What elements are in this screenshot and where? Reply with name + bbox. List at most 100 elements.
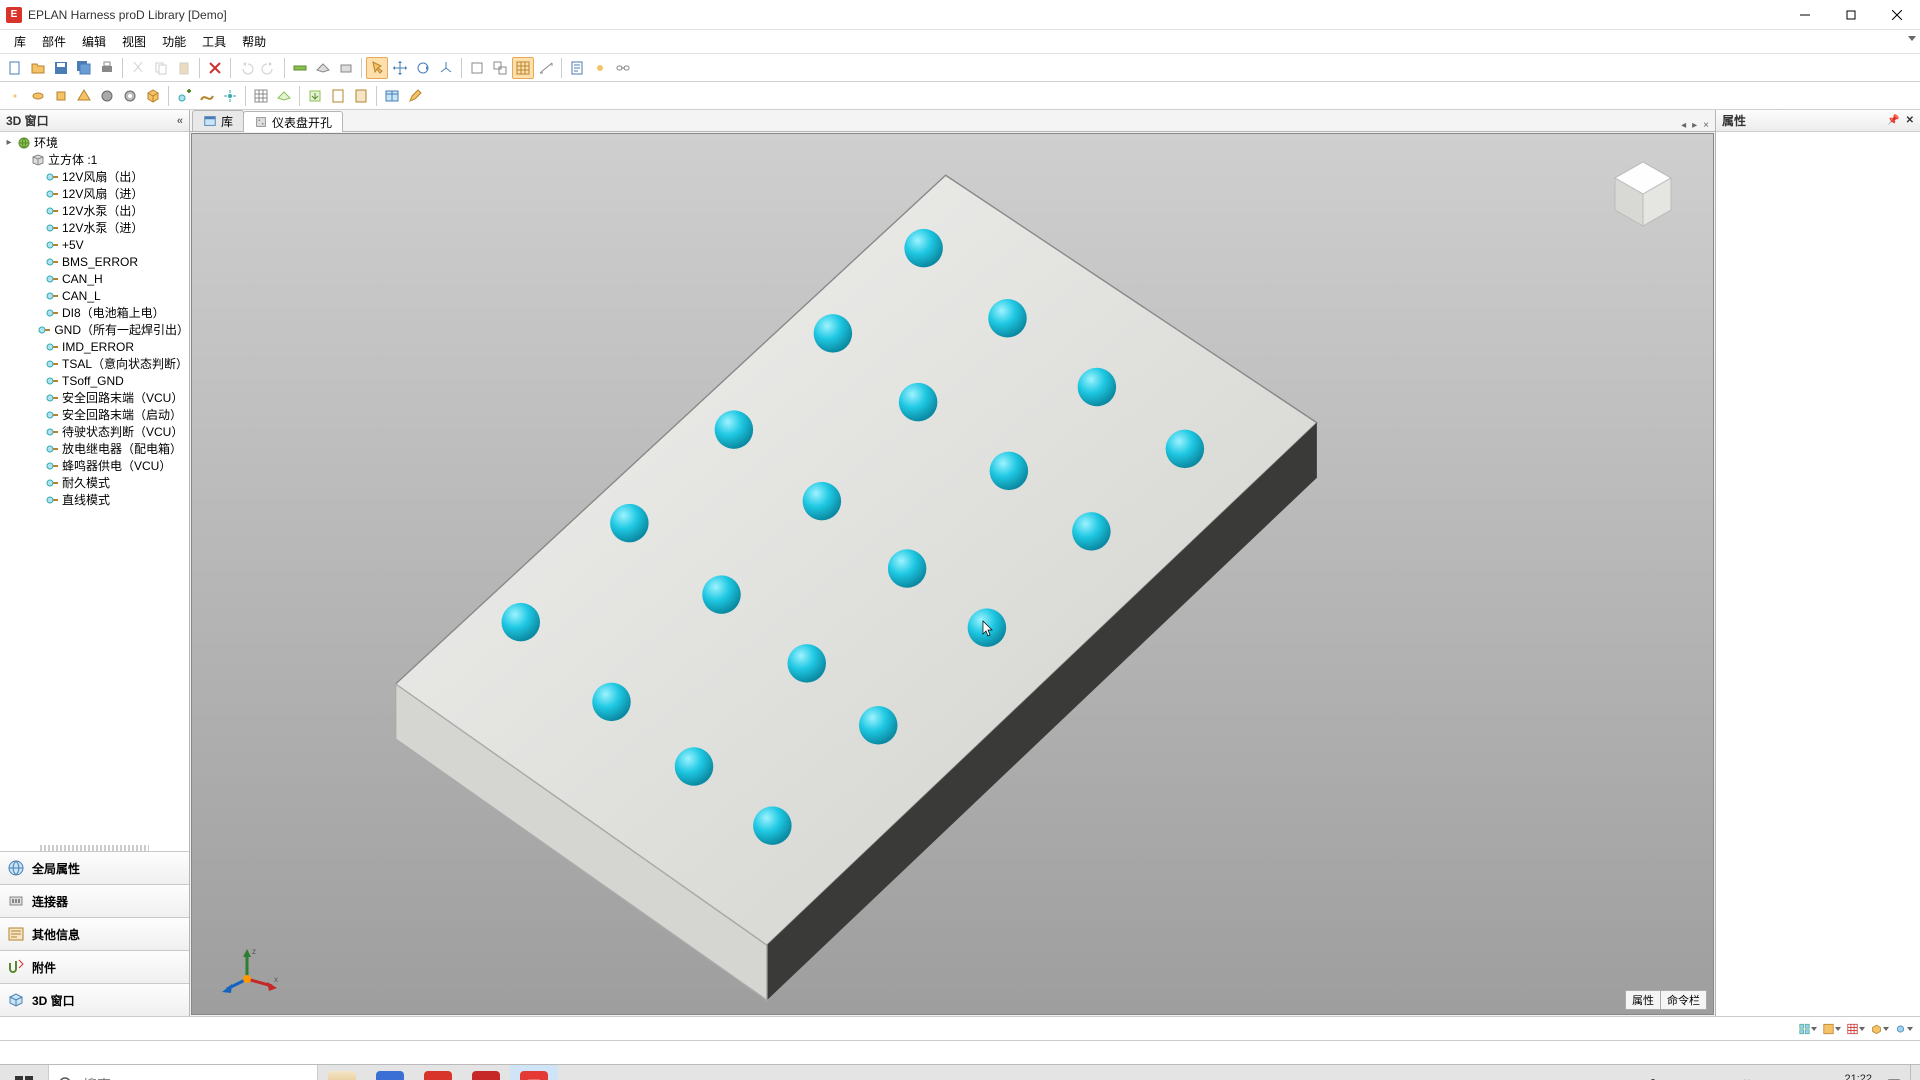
tab-nav-prev[interactable]: ◂ bbox=[1679, 120, 1688, 131]
start-button[interactable] bbox=[0, 1065, 48, 1080]
tool2-6[interactable] bbox=[119, 85, 141, 107]
show-desktop-button[interactable] bbox=[1910, 1065, 1916, 1080]
tool2-point[interactable] bbox=[219, 85, 241, 107]
tree-item[interactable]: 待驶状态判断（VCU） bbox=[0, 423, 189, 440]
tree-item[interactable]: +5V bbox=[0, 236, 189, 253]
tree-item[interactable]: 蜂鸣器供电（VCU） bbox=[0, 457, 189, 474]
axis-triad-icon[interactable]: z x bbox=[222, 944, 282, 994]
sidebar-panel-connector[interactable]: 连接器 bbox=[0, 884, 189, 917]
tree-item[interactable]: 直线模式 bbox=[0, 491, 189, 508]
tool-new[interactable] bbox=[4, 57, 26, 79]
tool-print[interactable] bbox=[96, 57, 118, 79]
close-button[interactable] bbox=[1874, 0, 1920, 29]
vb-layout2[interactable] bbox=[1822, 1019, 1842, 1039]
vb-layout1[interactable] bbox=[1798, 1019, 1818, 1039]
tool-link[interactable] bbox=[612, 57, 634, 79]
properties-close-icon[interactable]: ✕ bbox=[1906, 115, 1914, 126]
tray-ime[interactable]: 英 bbox=[1741, 1077, 1752, 1080]
menu-function[interactable]: 功能 bbox=[154, 30, 194, 53]
tool2-4[interactable] bbox=[73, 85, 95, 107]
tool2-1[interactable] bbox=[4, 85, 26, 107]
tab-nav-next[interactable]: ▸ bbox=[1690, 120, 1699, 131]
tool-move[interactable] bbox=[389, 57, 411, 79]
tool-box2[interactable] bbox=[489, 57, 511, 79]
3d-viewport[interactable]: z x 属性 命令栏 bbox=[191, 133, 1714, 1015]
tree-item[interactable]: ▸环境 bbox=[0, 134, 189, 151]
tree-item[interactable]: CAN_H bbox=[0, 270, 189, 287]
tool2-import[interactable] bbox=[304, 85, 326, 107]
vb-render[interactable] bbox=[1870, 1019, 1890, 1039]
right-tab-command[interactable]: 命令栏 bbox=[1661, 990, 1707, 1010]
menu-dropdown-icon[interactable] bbox=[1908, 36, 1916, 41]
tray-wifi-icon[interactable] bbox=[1693, 1077, 1709, 1080]
tab-library[interactable]: 库 bbox=[192, 110, 244, 131]
tool-grid-toggle[interactable] bbox=[512, 57, 534, 79]
tree-item[interactable]: 放电继电器（配电箱） bbox=[0, 440, 189, 457]
tray-volume-icon[interactable] bbox=[1717, 1077, 1733, 1080]
tree-view[interactable]: ▸环境立方体 :112V风扇（出）12V风扇（进）12V水泵（出）12V水泵（进… bbox=[0, 132, 189, 845]
tree-item[interactable]: 12V风扇（出） bbox=[0, 168, 189, 185]
menu-view[interactable]: 视图 bbox=[114, 30, 154, 53]
tree-item[interactable]: 安全回路末端（启动） bbox=[0, 406, 189, 423]
tree-item[interactable]: TSoff_GND bbox=[0, 372, 189, 389]
tree-item[interactable]: CAN_L bbox=[0, 287, 189, 304]
tree-item[interactable]: 12V水泵（出） bbox=[0, 202, 189, 219]
sidebar-panel-3d[interactable]: 3D 窗口 bbox=[0, 983, 189, 1016]
tree-item[interactable]: GND（所有一起焊引出） bbox=[0, 321, 189, 338]
tree-item[interactable]: 耐久模式 bbox=[0, 474, 189, 491]
tool2-list2[interactable] bbox=[350, 85, 372, 107]
tool-box1[interactable] bbox=[466, 57, 488, 79]
maximize-button[interactable] bbox=[1828, 0, 1874, 29]
tool2-list1[interactable] bbox=[327, 85, 349, 107]
tree-item[interactable]: 安全回路末端（VCU） bbox=[0, 389, 189, 406]
tool-dimension[interactable] bbox=[535, 57, 557, 79]
menu-library[interactable]: 库 bbox=[6, 30, 34, 53]
tool2-table[interactable] bbox=[381, 85, 403, 107]
tool-spot[interactable] bbox=[589, 57, 611, 79]
tool2-5[interactable] bbox=[96, 85, 118, 107]
tool-axis[interactable] bbox=[435, 57, 457, 79]
tree-item[interactable]: IMD_ERROR bbox=[0, 338, 189, 355]
tree-item[interactable]: BMS_ERROR bbox=[0, 253, 189, 270]
task-app-eplan-hpd[interactable]: ▣ bbox=[510, 1065, 558, 1080]
task-app-eplan-p8[interactable]: E bbox=[462, 1065, 510, 1080]
sidebar-panel-info[interactable]: 其他信息 bbox=[0, 917, 189, 950]
tool2-cube[interactable] bbox=[142, 85, 164, 107]
tree-item[interactable]: 立方体 :1 bbox=[0, 151, 189, 168]
tray-notifications-icon[interactable] bbox=[1886, 1077, 1902, 1080]
tool-plane2[interactable] bbox=[335, 57, 357, 79]
vb-grid[interactable] bbox=[1846, 1019, 1866, 1039]
task-app-meeting[interactable]: m bbox=[366, 1065, 414, 1080]
tree-item[interactable]: 12V水泵（进） bbox=[0, 219, 189, 236]
tool2-grid[interactable] bbox=[250, 85, 272, 107]
tab-close[interactable]: × bbox=[1701, 120, 1711, 131]
tool2-sheet[interactable] bbox=[273, 85, 295, 107]
tool2-add-pin[interactable] bbox=[173, 85, 195, 107]
tray-battery-icon[interactable] bbox=[1669, 1077, 1685, 1080]
properties-pin-icon[interactable]: 📌 bbox=[1887, 115, 1899, 126]
tool-select[interactable] bbox=[366, 57, 388, 79]
tool-save-all[interactable] bbox=[73, 57, 95, 79]
tree-item[interactable]: DI8（电池箱上电） bbox=[0, 304, 189, 321]
tab-panel-cutout[interactable]: 仪表盘开孔 bbox=[243, 111, 343, 132]
view-cube[interactable] bbox=[1603, 154, 1683, 234]
sidebar-panel-attach[interactable]: 附件 bbox=[0, 950, 189, 983]
tray-mic-icon[interactable] bbox=[1645, 1077, 1661, 1080]
tool-rotate[interactable] bbox=[412, 57, 434, 79]
tray-clock[interactable]: 21:22 20 2024/07/24 21:22:39 bbox=[1760, 1073, 1878, 1080]
tool-delete[interactable] bbox=[204, 57, 226, 79]
taskbar-search[interactable]: 搜索 bbox=[48, 1065, 318, 1080]
right-tab-properties[interactable]: 属性 bbox=[1625, 990, 1661, 1010]
task-app-wps[interactable]: W bbox=[414, 1065, 462, 1080]
tool2-3[interactable] bbox=[50, 85, 72, 107]
task-app-candle[interactable] bbox=[318, 1065, 366, 1080]
menu-help[interactable]: 帮助 bbox=[234, 30, 274, 53]
sidebar-panel-globe[interactable]: 全局属性 bbox=[0, 851, 189, 884]
tool2-edit[interactable] bbox=[404, 85, 426, 107]
menu-tools[interactable]: 工具 bbox=[194, 30, 234, 53]
menu-edit[interactable]: 编辑 bbox=[74, 30, 114, 53]
tool-plane1[interactable] bbox=[312, 57, 334, 79]
tool-measure[interactable] bbox=[289, 57, 311, 79]
tree-item[interactable]: 12V风扇（进） bbox=[0, 185, 189, 202]
tool-open[interactable] bbox=[27, 57, 49, 79]
